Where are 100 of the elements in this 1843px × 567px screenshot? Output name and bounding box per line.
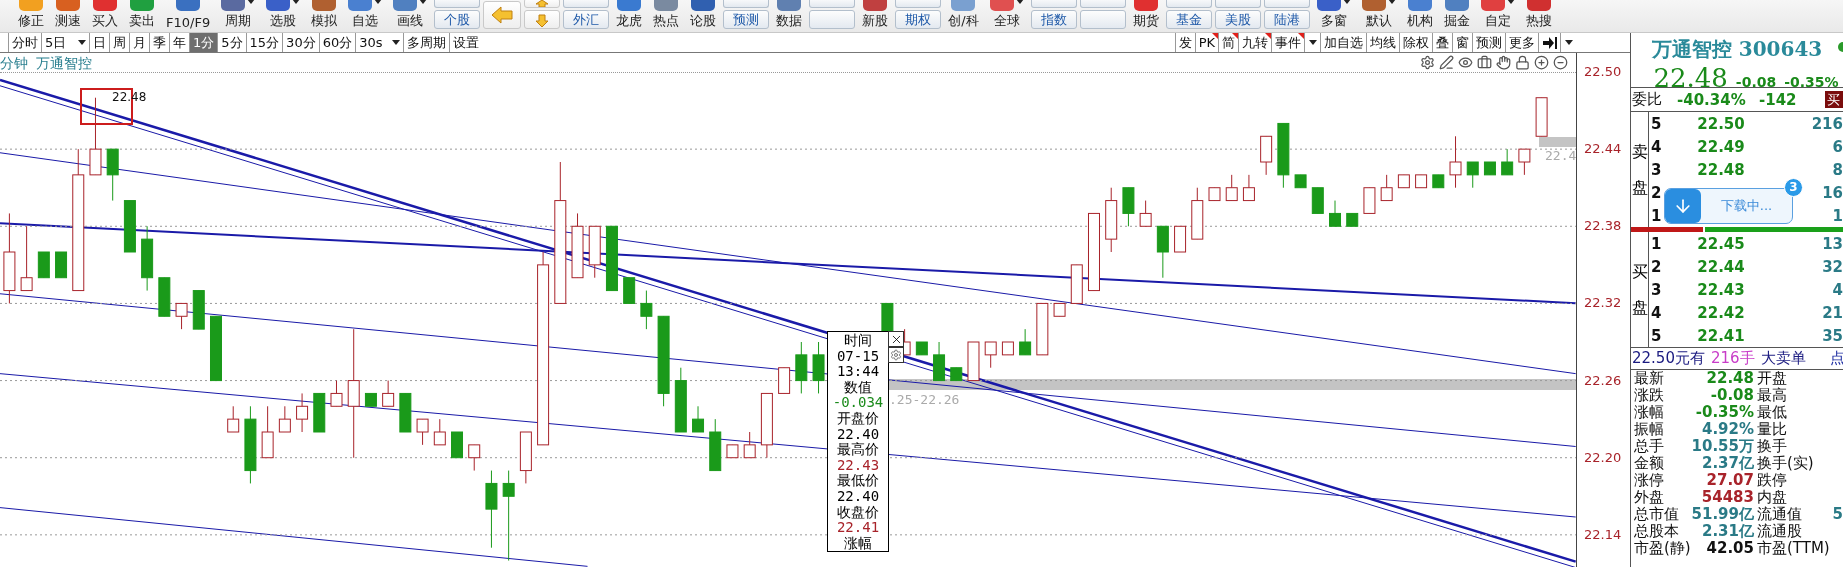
toolbar-button[interactable]: 指数 (1030, 10, 1077, 29)
dropdown-button[interactable] (1304, 33, 1320, 52)
chart-tool-button[interactable]: 均线 (1366, 33, 1399, 52)
pen-icon[interactable] (1439, 55, 1454, 70)
ask-volume: 16 (1822, 183, 1843, 202)
back-button[interactable] (483, 1, 522, 29)
toolbar-button[interactable]: 选股 (262, 0, 305, 32)
band-label: .25-22.26 (889, 392, 960, 407)
toolbar-button[interactable]: 掘金 (1439, 0, 1474, 32)
up-button[interactable] (524, 0, 561, 8)
toolbar-button[interactable]: 机构 (1402, 0, 1437, 32)
toolbar-button[interactable]: F10/F9 (162, 0, 215, 32)
toolbar-button[interactable]: 陆港 (1263, 10, 1310, 29)
toolbar-button[interactable]: 新股 (858, 0, 893, 32)
chart-tool-button[interactable]: 加自选 (1320, 33, 1366, 52)
toolbar-button[interactable]: 美股 (1214, 10, 1261, 29)
toolbar-button[interactable]: 热点 (649, 0, 684, 32)
stat-value: -0.08 (1709, 387, 1754, 404)
zoom-in-icon[interactable] (1534, 55, 1549, 70)
toolbar-button[interactable] (723, 0, 770, 8)
stat-label: 换手(实) (1756, 455, 1815, 472)
toolbar-button[interactable]: 期货 (1128, 0, 1163, 32)
period-tab[interactable]: 季 (149, 33, 169, 52)
toolbar-button[interactable] (1214, 0, 1261, 8)
toolbar-button[interactable] (434, 0, 481, 8)
toolbar-button[interactable]: 画线 (389, 0, 432, 32)
chart-tool-button[interactable]: 简 (1218, 33, 1238, 52)
toolbar-button[interactable]: 测速 (51, 0, 85, 32)
toolbar-button[interactable]: 默认 (1357, 0, 1400, 32)
period-tab[interactable]: 1分 (189, 33, 218, 52)
period-tab[interactable]: 5日 (41, 33, 89, 52)
toolbar-button[interactable]: 数据 (772, 0, 807, 32)
toolbar-button[interactable]: 龙虎 (612, 0, 647, 32)
app-icon (176, 0, 201, 11)
buy-button[interactable]: 买 (1825, 91, 1843, 108)
toolbar-button[interactable]: 全球 (985, 0, 1028, 32)
ask-price: 22.48 (1696, 160, 1746, 179)
stat-value: 22.48 (1705, 370, 1754, 387)
toolbar-button[interactable]: 模拟 (307, 0, 342, 32)
lock-icon[interactable] (1515, 55, 1530, 70)
dropdown-button[interactable] (1560, 33, 1576, 52)
toolbar-button[interactable] (809, 0, 856, 8)
bid-volume: 21 (1822, 303, 1843, 322)
candlestick (1329, 200, 1342, 227)
close-button[interactable] (888, 331, 904, 347)
period-tab[interactable]: 分时 (8, 33, 41, 52)
chart-tool-button[interactable]: 叠 (1432, 33, 1452, 52)
tooltip-text: 22.40 (836, 488, 880, 505)
briefcase-icon[interactable] (1477, 55, 1492, 70)
toolbar-button[interactable]: 买入 (88, 0, 122, 32)
toolbar-button[interactable]: 修正 (14, 0, 48, 32)
chart-tool-button[interactable]: 窗 (1452, 33, 1472, 52)
toolbar-button[interactable]: 基金 (1165, 10, 1212, 29)
toolbar-button[interactable] (895, 0, 942, 8)
toolbar-button[interactable]: 预测 (723, 10, 770, 29)
candlestick (1449, 135, 1462, 189)
down-button[interactable] (524, 10, 561, 29)
toolbar-button[interactable] (809, 10, 856, 29)
period-tab[interactable]: 5分 (217, 33, 246, 52)
toolbar-button[interactable]: 自定 (1476, 0, 1519, 32)
settings-icon[interactable] (1420, 55, 1435, 70)
period-tab[interactable]: 年 (169, 33, 189, 52)
toolbar-button[interactable]: 卖出 (125, 0, 159, 32)
toolbar-button[interactable]: 热搜 (1521, 0, 1556, 32)
toolbar-button[interactable]: 论股 (686, 0, 721, 32)
toolbar-button[interactable]: 周期 (217, 0, 260, 32)
tooltip-text: 22.40 (836, 426, 880, 442)
chart-tool-button[interactable]: 发 (1174, 33, 1195, 52)
toolbar-button[interactable]: 期权 (895, 10, 942, 29)
toolbar-button[interactable] (1263, 0, 1310, 8)
tooltip-text: 收盘价 (837, 504, 879, 521)
chart-tool-button[interactable]: 事件 (1271, 33, 1304, 52)
toolbar-button[interactable] (1079, 0, 1126, 8)
candlestick (1225, 174, 1238, 202)
hand-icon[interactable] (1496, 55, 1511, 70)
chart-tool-button[interactable]: 除权 (1399, 33, 1432, 52)
chart-tool-button[interactable]: 九转 (1238, 33, 1271, 52)
stat-label: 振幅 (1634, 421, 1665, 438)
toolbar-button[interactable]: 外汇 (563, 10, 610, 29)
toolbar-button[interactable] (563, 0, 610, 8)
ask-volume: 6 (1832, 137, 1843, 156)
app-icon (654, 0, 679, 11)
app-icon (617, 0, 642, 11)
toolbar-button[interactable] (1165, 0, 1212, 8)
toolbar-button[interactable]: 自选 (344, 0, 387, 32)
chart-tool-button[interactable]: PK (1194, 33, 1218, 52)
toolbar-button[interactable]: 创/科 (944, 0, 983, 32)
app-icon (1444, 0, 1469, 11)
pin-button[interactable] (1538, 33, 1560, 52)
eye-icon[interactable] (1458, 55, 1473, 70)
zoom-out-icon[interactable] (1553, 55, 1568, 70)
toolbar-button[interactable]: 个股 (434, 10, 481, 29)
period-tab[interactable]: 30分 (282, 33, 319, 52)
arrow-to-bar-icon (1542, 36, 1557, 49)
app-icon (19, 0, 43, 11)
level-number: 1 (1650, 234, 1663, 253)
settings-icon[interactable] (888, 347, 904, 363)
toolbar-button[interactable] (1079, 10, 1126, 29)
toolbar-button[interactable] (1030, 0, 1077, 8)
toolbar-button[interactable]: 多窗 (1312, 0, 1355, 32)
